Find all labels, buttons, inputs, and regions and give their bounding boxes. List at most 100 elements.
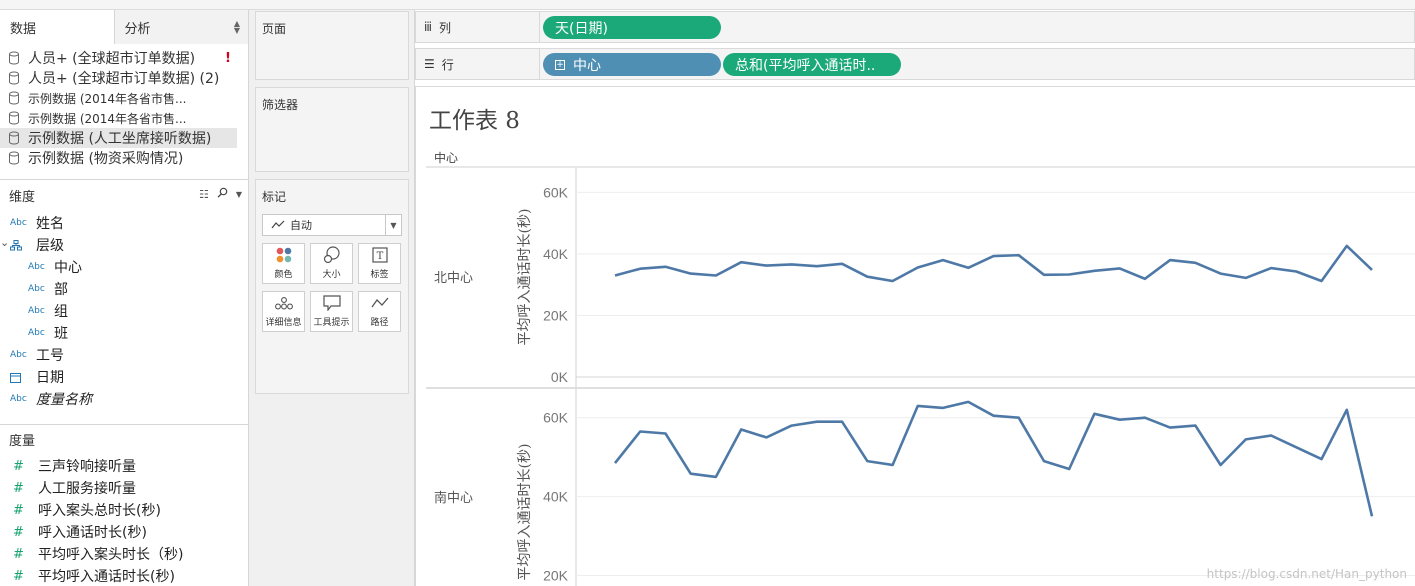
path-button[interactable]: 路径	[358, 291, 401, 332]
line-mark-icon	[271, 220, 285, 229]
chevron-down-icon[interactable]: ▼	[236, 190, 242, 199]
rows-shelf-label: ☰ 行	[416, 49, 540, 79]
dimension-label: 姓名	[36, 216, 64, 232]
datasource-label: 示例数据 (人工坐席接听数据)	[28, 131, 212, 147]
measure-field[interactable]: # 呼入通话时长(秒)	[10, 521, 147, 543]
dimension-label: 工号	[36, 348, 64, 364]
datasource-label: 人员+ (全球超市订单数据) (2)	[28, 71, 220, 87]
cards-pane: 页面 筛选器 标记 自动 ▼ 颜色 大小 T 标签 详细信息 工具提示 路径	[249, 10, 415, 586]
dimension-field[interactable]: Abc 部	[28, 278, 68, 300]
filters-card[interactable]: 筛选器	[255, 87, 409, 172]
color-icon	[275, 244, 293, 265]
dimension-field[interactable]: Abc 工号	[10, 344, 64, 366]
datasource-item[interactable]: 示例数据 (物资采购情况)	[0, 148, 248, 168]
string-type-icon: Abc	[10, 218, 27, 228]
number-type-icon: #	[13, 568, 24, 584]
pages-card[interactable]: 页面	[255, 11, 409, 80]
dimension-label: 日期	[36, 370, 64, 386]
size-button[interactable]: 大小	[310, 243, 353, 284]
tooltip-icon	[322, 292, 341, 313]
measure-field[interactable]: # 平均呼入通话时长(秒)	[10, 565, 175, 586]
detail-icon	[274, 292, 294, 313]
size-icon	[323, 244, 341, 265]
detail-button-label: 详细信息	[265, 318, 302, 328]
color-button[interactable]: 颜色	[262, 243, 305, 284]
string-type-icon: Abc	[28, 262, 45, 272]
worksheet-view: 工作表 8 中心 0K 20K 40K 60K 北中心 平均呼入通话时长(秒) 20K 40K…	[415, 86, 1415, 586]
filters-card-title: 筛选器	[262, 98, 299, 112]
detail-button[interactable]: 详细信息	[262, 291, 305, 332]
pill-label: 中心	[573, 57, 601, 74]
number-type-icon: #	[13, 524, 24, 540]
measure-field[interactable]: # 呼入案头总时长(秒)	[10, 499, 161, 521]
mark-type-dropdown[interactable]: 自动 ▼	[262, 214, 402, 236]
string-type-icon: Abc	[10, 350, 27, 360]
database-icon	[9, 111, 19, 125]
measures-header: 度量	[0, 428, 248, 450]
datasource-item[interactable]: 示例数据 (2014年各省市售...	[0, 108, 248, 128]
hierarchy-icon	[10, 239, 36, 251]
dimension-label: 组	[54, 304, 68, 320]
database-icon	[9, 131, 19, 145]
measure-field[interactable]: # 人工服务接听量	[10, 477, 136, 499]
datasource-list: 人员+ (全球超市订单数据)! 人员+ (全球超市订单数据) (2) 示例数据 (2…	[0, 44, 248, 168]
tooltip-button[interactable]: 工具提示	[310, 291, 353, 332]
expand-plus-icon[interactable]: +	[555, 59, 565, 70]
y-tick-label: 40K	[543, 246, 569, 262]
label-button[interactable]: T 标签	[358, 243, 401, 284]
measure-field[interactable]: # 平均呼入案头时长（秒)	[10, 543, 183, 565]
dimension-field[interactable]: 日期	[10, 366, 64, 388]
datasource-label: 示例数据 (2014年各省市售...	[28, 91, 187, 106]
dimension-label: 部	[54, 282, 68, 298]
dimension-label: 中心	[54, 260, 82, 276]
warning-icon: !	[225, 50, 231, 66]
y-tick-label: 60K	[543, 410, 569, 426]
measure-label: 平均呼入通话时长(秒)	[38, 569, 175, 585]
tab-analysis[interactable]: 分析 ▲ ▼	[114, 10, 248, 44]
rows-pill-measure[interactable]: 总和(平均呼入通话时..	[723, 53, 901, 76]
dimension-field[interactable]: Abc 班	[28, 322, 68, 344]
datasource-item[interactable]: 示例数据 (人工坐席接听数据)	[0, 128, 237, 148]
database-icon	[9, 151, 19, 165]
y-tick-label: 20K	[543, 307, 569, 323]
dimension-field[interactable]: Abc 中心	[28, 256, 82, 278]
datasource-item[interactable]: 人员+ (全球超市订单数据)!	[0, 48, 248, 68]
columns-shelf[interactable]: iii 列 天(日期)	[415, 11, 1415, 43]
rows-pill-center[interactable]: + 中心	[543, 53, 721, 76]
dimension-field[interactable]: Abc 组	[28, 300, 68, 322]
tab-analysis-label: 分析	[124, 21, 151, 37]
row-header-label: 南中心	[434, 490, 473, 506]
data-pane-tabs: 数据 分析 ▲ ▼	[0, 10, 248, 44]
dimension-label: 层级	[36, 238, 64, 254]
database-icon	[9, 51, 19, 65]
rows-icon: ☰	[424, 57, 435, 71]
marks-card-title: 标记	[262, 190, 287, 204]
dimension-field[interactable]: Abc 姓名	[10, 212, 64, 234]
datasource-label: 示例数据 (2014年各省市售...	[28, 111, 187, 126]
series-line	[614, 244, 1373, 283]
svg-text:T: T	[376, 251, 383, 262]
rows-shelf[interactable]: ☰ 行 + 中心 总和(平均呼入通话时..	[415, 48, 1415, 80]
path-button-label: 路径	[370, 318, 389, 328]
measure-label: 呼入通话时长(秒)	[38, 525, 147, 541]
string-type-icon: Abc	[10, 394, 27, 404]
dimension-field[interactable]: 层级	[10, 234, 64, 256]
datasource-item[interactable]: 示例数据 (2014年各省市售...	[0, 88, 248, 108]
database-icon	[9, 71, 19, 85]
datasource-item[interactable]: 人员+ (全球超市订单数据) (2)	[0, 68, 248, 88]
view-list-icon[interactable]: ☷	[199, 188, 209, 201]
columns-pill-date[interactable]: 天(日期)	[543, 16, 721, 39]
y-tick-label: 20K	[543, 567, 569, 583]
tab-data[interactable]: 数据	[0, 10, 115, 44]
tab-data-label: 数据	[10, 21, 37, 37]
y-tick-label: 60K	[543, 184, 569, 200]
series-line	[613, 400, 1374, 517]
y-tick-label: 0K	[551, 369, 569, 385]
datasource-label: 人员+ (全球超市订单数据)	[28, 51, 196, 67]
measure-label: 呼入案头总时长(秒)	[38, 503, 161, 519]
expand-chevron-icon[interactable]: ⌄	[0, 236, 9, 249]
measure-field[interactable]: # 三声铃响接听量	[10, 455, 136, 477]
dimension-field[interactable]: Abc 度量名称	[10, 388, 92, 410]
search-icon[interactable]	[217, 187, 228, 201]
number-type-icon: #	[13, 546, 24, 562]
